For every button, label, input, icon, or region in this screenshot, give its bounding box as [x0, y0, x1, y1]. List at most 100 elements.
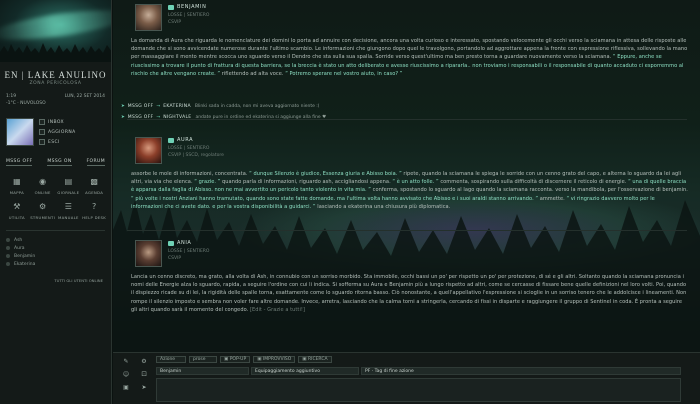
- location-title: EN | LAKE ANULINO: [4, 70, 107, 80]
- grid-item-mappa[interactable]: ▦ MAPPA: [4, 176, 30, 195]
- grid-label: GIORNALE: [57, 190, 80, 195]
- menu-item-logout[interactable]: ESCI: [39, 138, 76, 146]
- post-location: LOSSE | SENTIERO: [168, 146, 210, 151]
- online-user-name: Ash: [14, 237, 23, 243]
- edit-icon[interactable]: ✎: [121, 357, 131, 367]
- chat-post: AURA LOSSE | SENTIERO CSVIP | SSCD, rego…: [113, 137, 700, 211]
- tags-input[interactable]: PF · Tag di fine azione: [361, 367, 681, 375]
- speech-text: “ dunque Silenzio è giudice, Essenza giu…: [249, 171, 402, 177]
- post-avatar[interactable]: [135, 240, 162, 267]
- chat-post: ANIA LOSSE | SENTIERO CSVIP Lancia un ce…: [113, 240, 700, 314]
- dice-icon[interactable]: ⚀: [139, 370, 149, 380]
- narration-text: commenta, sospirando sulla difficoltà di…: [438, 179, 629, 186]
- post-meta: AURA LOSSE | SENTIERO CSVIP | SSCD, rego…: [168, 137, 224, 158]
- post-author-name: BENJAMIN: [177, 4, 207, 10]
- settings-icon[interactable]: ⚙: [139, 357, 149, 367]
- message-textarea[interactable]: [156, 378, 681, 402]
- message-text: Blinki sada in cadda, non mi aveva aggio…: [194, 104, 320, 109]
- tools-icon: ⚒: [13, 202, 21, 211]
- online-user[interactable]: Ekaterina: [6, 260, 105, 268]
- gender-badge-icon: [168, 4, 174, 10]
- edit-note: [Edit - Grazie a tutti!]: [249, 306, 305, 313]
- all-online-link[interactable]: TUTTI GLI UTENTI ONLINE: [0, 278, 103, 283]
- ricerca-label: RICERCA: [307, 357, 328, 362]
- grid-item-manuale[interactable]: ☰ MANUALE: [56, 201, 82, 220]
- post-body: La domanda di Aura che riguarda le nomen…: [131, 37, 688, 78]
- tab-forum[interactable]: FORUM: [86, 159, 105, 166]
- post-avatar[interactable]: [135, 4, 162, 31]
- status-dot: [6, 254, 10, 258]
- grid-label: MAPPA: [9, 190, 25, 195]
- system-message: ➤ MSSG OFF → EKATERINA Blinki sada in ca…: [121, 104, 320, 109]
- message-user[interactable]: NIGHTVALE: [163, 115, 191, 120]
- post-body: assorbe le mole di informazioni, concent…: [131, 170, 688, 211]
- grid-item-strumenti[interactable]: ⚙ STRUMENTI: [30, 201, 56, 220]
- mode-select[interactable]: prose: [189, 356, 217, 363]
- grid-item-giornale[interactable]: ▤ GIORNALE: [56, 176, 82, 195]
- chat-post: BENJAMIN LOSSE | SENTIERO CSVIP La doman…: [113, 4, 700, 78]
- map-icon: ▦: [13, 177, 21, 186]
- grid-item-help-desk[interactable]: ? HELP DESK: [81, 201, 107, 220]
- post-header: ANIA LOSSE | SENTIERO CSVIP: [135, 240, 700, 267]
- post-author[interactable]: AURA: [168, 137, 224, 143]
- save-icon[interactable]: ▣: [121, 383, 131, 393]
- emoji-icon[interactable]: ☺: [121, 370, 131, 380]
- menu-item-inbox[interactable]: INBOX: [39, 118, 76, 126]
- narration-text: assorbe le mole di informazioni, concent…: [131, 171, 250, 177]
- post-avatar[interactable]: [135, 137, 162, 164]
- post-author[interactable]: BENJAMIN: [168, 4, 209, 10]
- action-select[interactable]: Azione: [156, 356, 186, 363]
- improvviso-label: IMPROVVISO: [262, 357, 292, 362]
- grid-label: AGENDA: [85, 190, 104, 195]
- character-name-input[interactable]: Benjamin: [156, 367, 249, 375]
- narration-text: Lancia un cenno discreto, ma grato, alla…: [131, 274, 687, 313]
- grid-item-utilita[interactable]: ⚒ UTILITA: [4, 201, 30, 220]
- tab-mssg-off[interactable]: MSSG OFF: [6, 159, 33, 166]
- sidebar-tabs: MSSG OFF MSSG ON FORUM: [6, 159, 105, 166]
- message-arrow-icon: ➤: [121, 104, 125, 109]
- tab-mssg-on[interactable]: MSSG ON: [47, 159, 72, 166]
- send-icon[interactable]: ➤: [139, 383, 149, 393]
- narration-text: quando parla di informazioni, riguardo a…: [220, 179, 393, 186]
- message-status: MSSG OFF: [127, 104, 154, 109]
- ricerca-toggle[interactable]: ▣ RICERCA: [298, 356, 332, 363]
- grid-label: MANUALE: [58, 215, 79, 220]
- equipment-input[interactable]: Equipaggiamento aggiuntivo: [251, 367, 359, 375]
- refresh-icon: [39, 129, 45, 135]
- improvviso-toggle[interactable]: ▣ IMPROVVISO: [253, 356, 296, 363]
- composer-inputs: Benjamin Equipaggiamento aggiuntivo PF ·…: [156, 367, 681, 375]
- message-status: MSSG OFF: [127, 115, 154, 120]
- post-tags: CSVIP | SSCD, regolatore: [168, 153, 224, 158]
- message-user[interactable]: EKATERINA: [163, 104, 191, 109]
- post-body: Lancia un cenno discreto, ma grato, alla…: [131, 273, 688, 314]
- popup-toggle[interactable]: ▣ POP-UP: [220, 356, 251, 363]
- forest-silhouette: [0, 43, 111, 62]
- menu-item-refresh[interactable]: AGGIORNA: [39, 128, 76, 136]
- system-message: ➤ MSSG OFF → NIGHTVALE andate pure in or…: [121, 115, 326, 120]
- grid-item-online[interactable]: ◉ ONLINE: [30, 176, 56, 195]
- status-dot: [6, 238, 10, 242]
- inbox-icon: [39, 119, 45, 125]
- menu-item-label: AGGIORNA: [48, 129, 76, 135]
- post-location: LOSSE | SENTIERO: [168, 249, 210, 254]
- online-user[interactable]: Ash: [6, 236, 105, 244]
- newspaper-icon: ▤: [64, 177, 73, 186]
- profile-menu: INBOX AGGIORNA ESCI: [39, 118, 76, 146]
- narration-text: lasciando a ekaterina una chiusura più d…: [315, 203, 451, 210]
- divider: [127, 230, 687, 231]
- post-author[interactable]: ANIA: [168, 240, 209, 246]
- grid-label: STRUMENTI: [30, 215, 56, 220]
- speech-text: “ è un atto folle. ”: [392, 179, 439, 186]
- grid-item-agenda[interactable]: ▩ AGENDA: [81, 176, 107, 195]
- post-header: AURA LOSSE | SENTIERO CSVIP | SSCD, rego…: [135, 137, 700, 164]
- online-user[interactable]: Benjamin: [6, 252, 105, 260]
- user-avatar[interactable]: [6, 118, 34, 146]
- gear-icon: ⚙: [39, 202, 47, 211]
- grid-label: UTILITA: [8, 215, 25, 220]
- speech-text: “ grazie. ”: [194, 179, 221, 186]
- online-user[interactable]: Aura: [6, 244, 105, 252]
- status-dot: [6, 246, 10, 250]
- speech-text: “ Potremo sperare nel vostro aiuto, in c…: [285, 70, 403, 77]
- online-user-name: Ekaterina: [14, 261, 36, 267]
- speech-text: “ più volte i nostri Anziani hanno tramu…: [131, 195, 539, 202]
